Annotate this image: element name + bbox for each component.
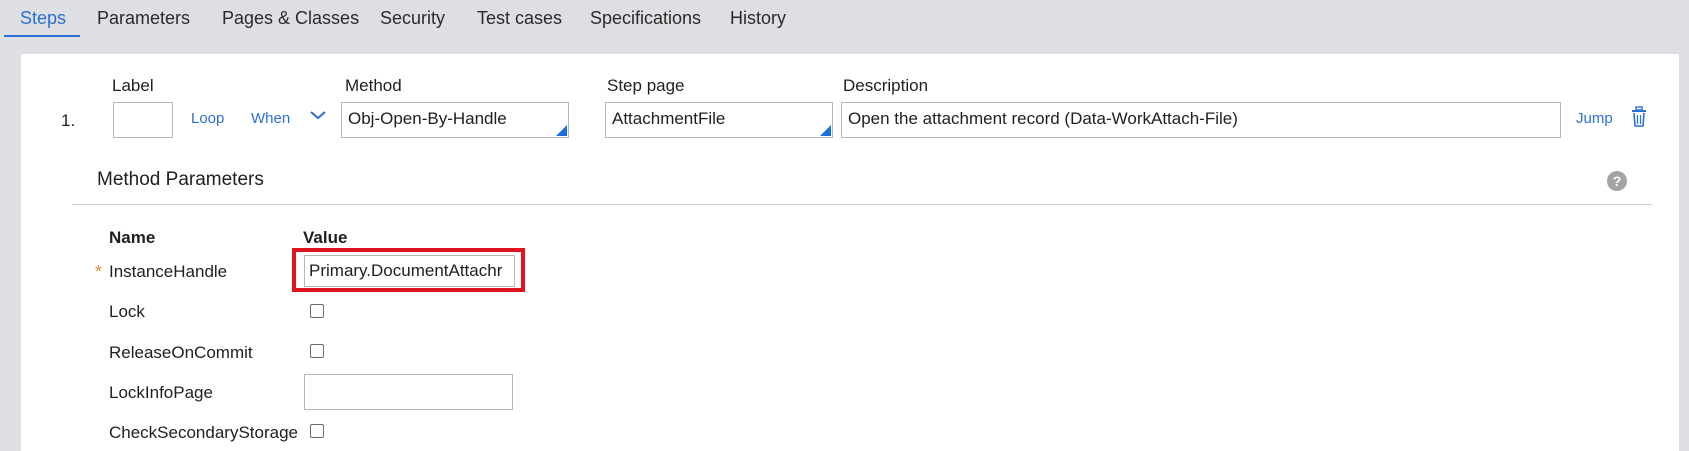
- param-name-lock: Lock: [109, 302, 145, 321]
- jump-link[interactable]: Jump: [1576, 110, 1613, 127]
- active-tab-indicator: [4, 35, 80, 37]
- instancehandle-value: Primary.DocumentAttachr: [309, 261, 503, 280]
- when-link[interactable]: When: [251, 110, 290, 127]
- tab-pages-classes[interactable]: Pages & Classes: [222, 8, 359, 29]
- lock-checkbox[interactable]: [310, 304, 324, 318]
- param-name-releaseoncommit: ReleaseOnCommit: [109, 343, 253, 362]
- smartprompt-corner-icon: [556, 125, 567, 136]
- description-column-header: Description: [843, 76, 929, 95]
- step-page-value: AttachmentFile: [612, 109, 726, 128]
- required-star-icon: *: [95, 262, 103, 282]
- step-label-input[interactable]: [113, 102, 173, 138]
- method-parameters-title: Method Parameters: [97, 169, 264, 190]
- method-column-header: Method: [345, 76, 402, 95]
- tab-test-cases[interactable]: Test cases: [477, 8, 562, 29]
- checksecondarystorage-checkbox[interactable]: [310, 424, 324, 438]
- section-divider: [72, 204, 1652, 205]
- description-value: Open the attachment record (Data-WorkAtt…: [848, 109, 1238, 128]
- method-value: Obj-Open-By-Handle: [348, 109, 507, 128]
- loop-link[interactable]: Loop: [191, 110, 224, 127]
- tab-specifications[interactable]: Specifications: [590, 8, 701, 29]
- trash-icon[interactable]: [1630, 106, 1648, 128]
- step-page-column-header: Step page: [607, 76, 685, 95]
- tab-parameters[interactable]: Parameters: [97, 8, 190, 29]
- param-name-lockinfopage: LockInfoPage: [109, 383, 213, 402]
- smartprompt-corner-icon: [820, 125, 831, 136]
- tab-history[interactable]: History: [730, 8, 786, 29]
- chevron-down-icon[interactable]: [309, 109, 327, 121]
- help-icon[interactable]: ?: [1607, 171, 1627, 191]
- name-column-header: Name: [109, 228, 156, 247]
- lockinfopage-input[interactable]: [304, 374, 513, 410]
- value-column-header: Value: [303, 228, 348, 247]
- step-number: 1.: [61, 111, 76, 130]
- instancehandle-input[interactable]: Primary.DocumentAttachr: [304, 255, 515, 287]
- label-column-header: Label: [112, 76, 154, 95]
- method-input[interactable]: Obj-Open-By-Handle: [341, 102, 569, 138]
- tab-steps[interactable]: Steps: [20, 8, 66, 29]
- tab-security[interactable]: Security: [380, 8, 445, 29]
- param-name-checksecondarystorage: CheckSecondaryStorage: [109, 423, 299, 442]
- param-name-instancehandle: InstanceHandle: [109, 262, 228, 281]
- releaseoncommit-checkbox[interactable]: [310, 344, 324, 358]
- step-page-input[interactable]: AttachmentFile: [605, 102, 833, 138]
- description-input[interactable]: Open the attachment record (Data-WorkAtt…: [841, 102, 1561, 138]
